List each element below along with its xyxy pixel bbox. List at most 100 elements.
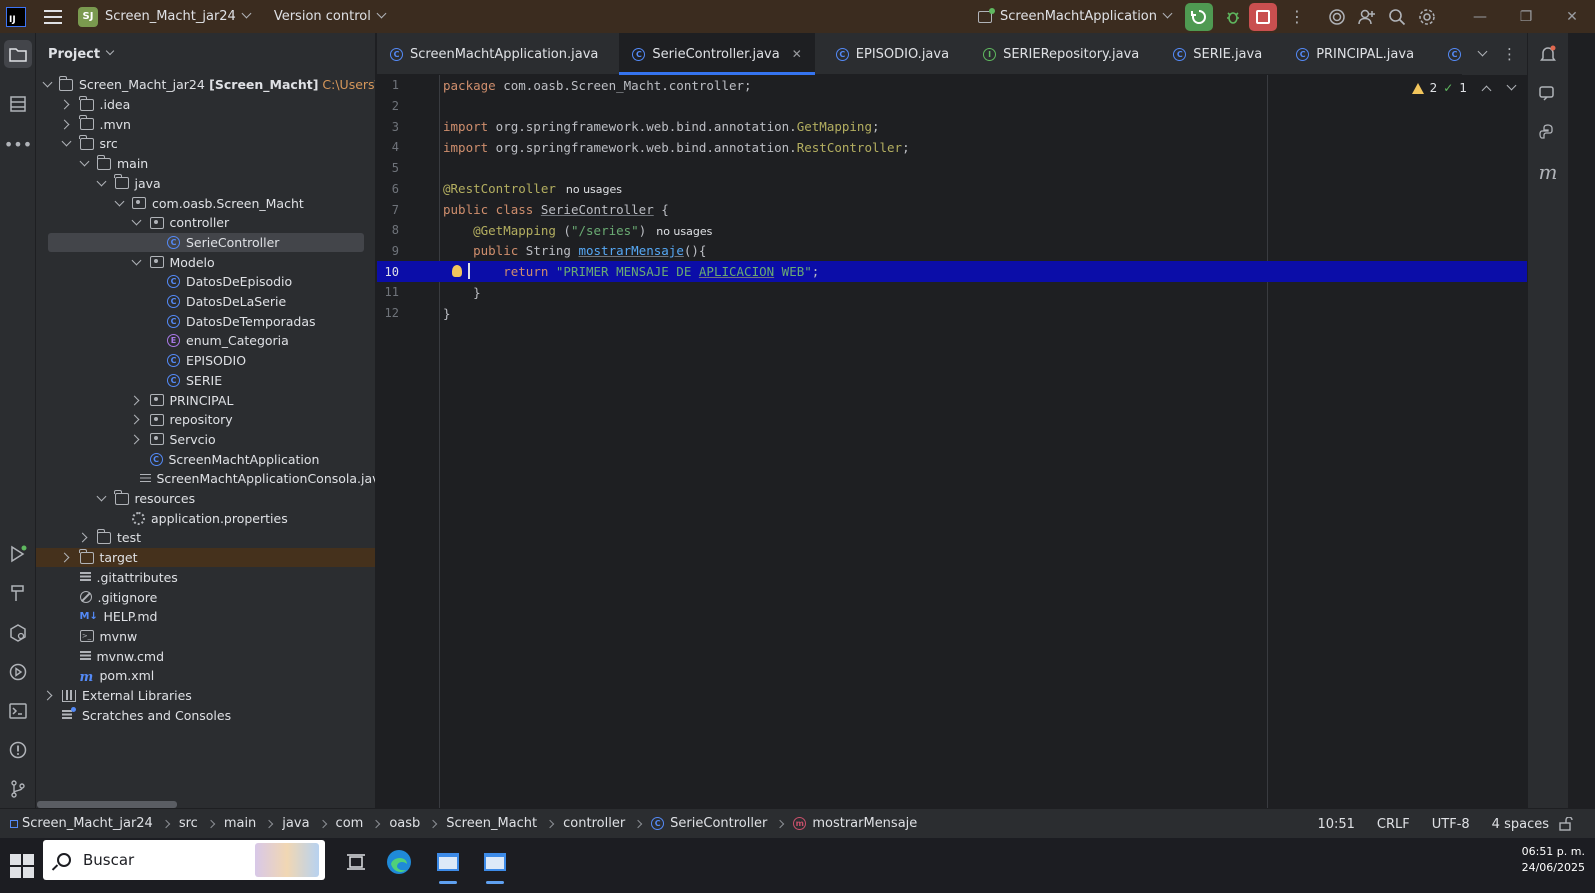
file-encoding[interactable]: UTF-8 [1432,817,1470,832]
breadcrumb-item[interactable]: java [282,816,309,831]
breadcrumb-item[interactable]: oasb [389,816,420,831]
tree-item[interactable]: controller [36,213,375,233]
tree-item[interactable]: .mvn [36,114,375,134]
breadcrumb-item[interactable]: com [336,816,364,831]
chevron-right-icon[interactable] [62,100,72,110]
more-tools-icon[interactable]: ••• [4,130,32,158]
tree-item[interactable]: >_ mvnw [36,627,375,647]
breadcrumb-item[interactable]: Screen_Macht [446,816,537,831]
chevron-down-icon[interactable] [132,218,142,228]
stop-button[interactable] [1249,2,1277,31]
tree-item[interactable]: C SERIE [36,371,375,391]
chevron-down-icon[interactable] [132,257,142,267]
ai-assistant-icon[interactable] [1323,3,1351,31]
more-actions-icon[interactable]: ⋮ [1283,3,1311,31]
chevron-right-icon[interactable] [62,553,72,563]
tabs-dropdown-icon[interactable] [1477,46,1488,56]
settings-icon[interactable] [1413,3,1441,31]
debug-button[interactable] [1219,3,1247,31]
project-selector[interactable]: Screen_Macht_jar24 [105,8,252,24]
chevron-right-icon[interactable] [44,691,54,701]
project-badge[interactable]: SJ [78,6,98,27]
terminal-tool-icon[interactable] [4,697,32,725]
breadcrumb-item[interactable]: main [224,816,256,831]
tree-item[interactable]: C DatosDeTemporadas [36,311,375,331]
python-console-icon[interactable] [1534,119,1562,147]
close-window-button[interactable]: ✕ [1549,0,1595,33]
usages-hint[interactable]: no usages [656,225,712,238]
close-tab-icon[interactable]: ✕ [792,47,802,61]
breadcrumb-item[interactable]: SerieController [670,816,767,831]
tree-item[interactable]: Servcio [36,430,375,450]
editor-tab[interactable]: C SerieController.java ✕ [619,33,816,75]
task-view-icon[interactable] [338,844,374,880]
project-panel-header[interactable]: Project [36,33,375,75]
intellij-logo-icon[interactable]: IJ [6,6,26,27]
tree-item[interactable]: PRINCIPAL [36,390,375,410]
editor-tab[interactable]: C EPISODIO.java [823,33,962,75]
tree-item[interactable]: Scratches and Consoles [36,705,375,725]
taskbar-clock[interactable]: 06:51 p. m. 24/06/2025 [1522,844,1585,876]
tree-item[interactable]: java [36,174,375,194]
tree-item[interactable]: C EPISODIO [36,351,375,371]
run-tool-icon[interactable] [4,658,32,686]
project-tool-icon[interactable] [4,40,32,68]
usages-hint[interactable]: no usages [566,183,622,196]
tree-item[interactable]: .idea [36,95,375,115]
editor-tab[interactable]: C SERIE.java [1160,33,1275,75]
tree-item[interactable]: ScreenMachtApplicationConsola.java [36,469,375,489]
chevron-down-icon[interactable] [79,159,89,169]
horizontal-scrollbar[interactable] [37,801,177,808]
tree-item[interactable]: C SerieController [36,232,375,253]
chevron-right-icon[interactable] [79,533,89,543]
minimize-button[interactable]: — [1457,0,1503,33]
taskbar-search-box[interactable]: Buscar [43,840,325,880]
tree-item[interactable]: mvnw.cmd [36,646,375,666]
restore-button[interactable]: ❐ [1503,0,1549,33]
tree-item[interactable]: resources [36,489,375,509]
tree-item[interactable]: External Libraries [36,686,375,706]
chevron-right-icon[interactable] [132,415,142,425]
add-user-icon[interactable] [1353,3,1381,31]
tree-item[interactable]: test [36,528,375,548]
chevron-right-icon[interactable] [132,395,142,405]
chevron-right-icon[interactable] [62,119,72,129]
tree-item[interactable]: main [36,154,375,174]
tree-item[interactable]: .gitattributes [36,568,375,588]
notifications-icon[interactable] [1534,40,1562,68]
taskbar-app-window-2[interactable] [477,844,513,884]
tree-item[interactable]: target [36,547,375,568]
editor-tab[interactable]: C PRINCIPAL.java [1283,33,1427,75]
edge-browser-icon[interactable] [381,844,417,880]
search-icon[interactable] [1383,3,1411,31]
plugins-tool-icon[interactable] [4,619,32,647]
more-tabs-icon[interactable]: ⋮ [1502,45,1517,63]
git-tool-icon[interactable] [4,775,32,803]
tree-item[interactable]: C DatosDeLaSerie [36,292,375,312]
editor-tab[interactable]: I SERIERepository.java [970,33,1152,75]
tree-item[interactable]: .gitignore [36,587,375,607]
chevron-down-icon[interactable] [97,494,107,504]
breadcrumb-item[interactable]: Screen_Macht_jar24 [22,816,153,831]
tree-item[interactable]: src [36,134,375,154]
chevron-down-icon[interactable] [114,198,124,208]
chevron-down-icon[interactable] [62,139,72,149]
tree-item[interactable]: application.properties [36,508,375,528]
line-separator[interactable]: CRLF [1377,817,1410,832]
breadcrumb-item[interactable]: src [179,816,198,831]
chevron-down-icon[interactable] [44,80,51,90]
services-run-icon[interactable] [4,540,32,568]
build-tool-icon[interactable] [4,579,32,607]
chevron-right-icon[interactable] [132,434,142,444]
rerun-button[interactable] [1185,2,1213,31]
lock-icon[interactable] [1559,816,1573,835]
problems-tool-icon[interactable] [4,736,32,764]
main-menu-icon[interactable] [44,9,62,24]
ai-chat-icon[interactable] [1534,80,1562,108]
tree-item[interactable]: repository [36,410,375,430]
vcs-selector[interactable]: Version control [274,8,387,24]
tree-item[interactable]: Eenum_Categoria [36,331,375,351]
breadcrumb-item[interactable]: mostrarMensaje [812,816,917,831]
editor-tab[interactable]: C ScreenMachtApplication.java [377,33,611,75]
structure-tool-icon[interactable] [4,90,32,118]
